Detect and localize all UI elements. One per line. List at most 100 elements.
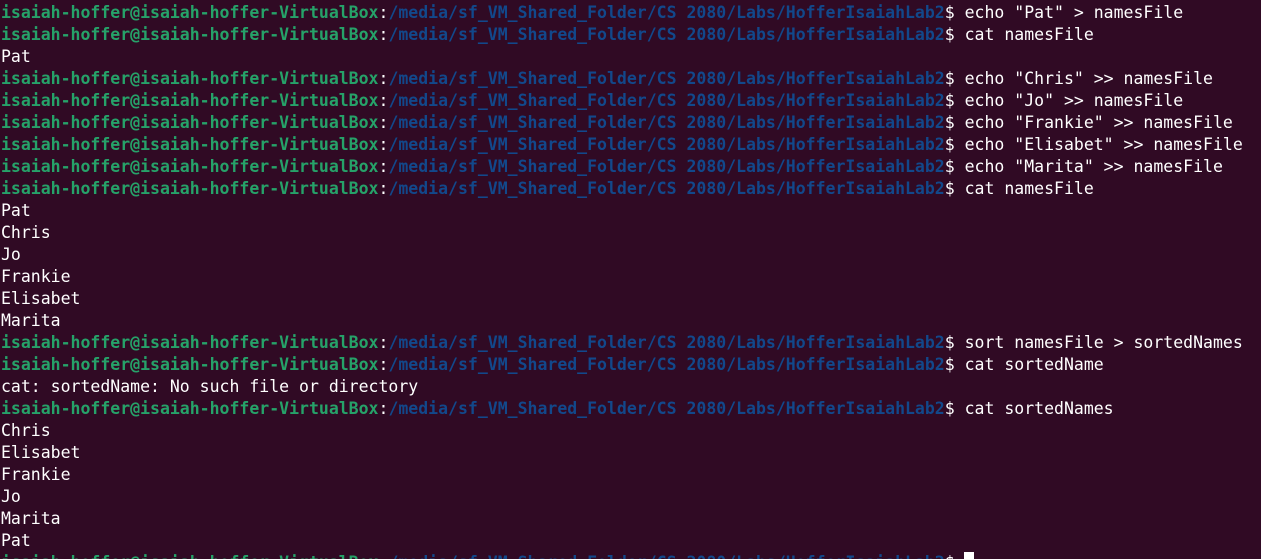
output-line: Chris bbox=[1, 222, 51, 244]
output-text: Frankie bbox=[1, 465, 71, 484]
output-text: Chris bbox=[1, 421, 51, 440]
prompt-user-host: isaiah-hoffer@isaiah-hoffer-VirtualBox bbox=[1, 333, 379, 352]
command-line: isaiah-hoffer@isaiah-hoffer-VirtualBox:/… bbox=[1, 90, 1183, 112]
prompt-separator: : bbox=[378, 91, 389, 110]
output-text: Pat bbox=[1, 201, 31, 220]
prompt-path: /media/sf_VM_Shared_Folder/CS 2080/Labs/… bbox=[388, 113, 945, 132]
prompt-user-host: isaiah-hoffer@isaiah-hoffer-VirtualBox bbox=[1, 553, 379, 559]
command-text: echo "Elisabet" >> namesFile bbox=[964, 135, 1243, 154]
prompt-separator: : bbox=[378, 355, 389, 374]
output-line: Elisabet bbox=[1, 442, 80, 464]
output-text: Pat bbox=[1, 531, 31, 550]
command-text: cat namesFile bbox=[964, 179, 1094, 198]
output-line: Frankie bbox=[1, 464, 71, 486]
output-line: Jo bbox=[1, 486, 21, 508]
prompt-symbol: $ bbox=[944, 113, 955, 132]
output-line: Pat bbox=[1, 530, 31, 552]
prompt-symbol: $ bbox=[944, 333, 955, 352]
output-text: Pat bbox=[1, 47, 31, 66]
prompt-path: /media/sf_VM_Shared_Folder/CS 2080/Labs/… bbox=[388, 135, 945, 154]
command-line: isaiah-hoffer@isaiah-hoffer-VirtualBox:/… bbox=[1, 178, 1094, 200]
active-prompt-line: isaiah-hoffer@isaiah-hoffer-VirtualBox:/… bbox=[1, 552, 974, 559]
terminal-window[interactable]: isaiah-hoffer@isaiah-hoffer-VirtualBox:/… bbox=[0, 0, 1261, 559]
command-text: cat namesFile bbox=[964, 25, 1094, 44]
prompt-separator: : bbox=[378, 25, 389, 44]
command-text: echo "Pat" > namesFile bbox=[964, 3, 1184, 22]
prompt-user-host: isaiah-hoffer@isaiah-hoffer-VirtualBox bbox=[1, 135, 379, 154]
prompt-symbol: $ bbox=[944, 69, 955, 88]
prompt-user-host: isaiah-hoffer@isaiah-hoffer-VirtualBox bbox=[1, 69, 379, 88]
prompt-symbol: $ bbox=[944, 91, 955, 110]
command-line: isaiah-hoffer@isaiah-hoffer-VirtualBox:/… bbox=[1, 68, 1213, 90]
prompt-path: /media/sf_VM_Shared_Folder/CS 2080/Labs/… bbox=[388, 25, 945, 44]
prompt-separator: : bbox=[379, 553, 389, 559]
output-text: Jo bbox=[1, 245, 21, 264]
command-text: echo "Frankie" >> namesFile bbox=[964, 113, 1233, 132]
prompt-user-host: isaiah-hoffer@isaiah-hoffer-VirtualBox bbox=[1, 355, 379, 374]
output-text: Frankie bbox=[1, 267, 71, 286]
output-line: Chris bbox=[1, 420, 51, 442]
prompt-symbol: $ bbox=[944, 135, 955, 154]
output-line: Marita bbox=[1, 310, 61, 332]
prompt-path: /media/sf_VM_Shared_Folder/CS 2080/Labs/… bbox=[388, 157, 945, 176]
command-line: isaiah-hoffer@isaiah-hoffer-VirtualBox:/… bbox=[1, 112, 1233, 134]
output-line: Pat bbox=[1, 200, 31, 222]
command-text: echo "Chris" >> namesFile bbox=[964, 69, 1213, 88]
output-line: cat: sortedName: No such file or directo… bbox=[1, 376, 418, 398]
output-text: Elisabet bbox=[1, 443, 81, 462]
command-line: isaiah-hoffer@isaiah-hoffer-VirtualBox:/… bbox=[1, 24, 1094, 46]
command-text: echo "Marita" >> namesFile bbox=[964, 157, 1223, 176]
output-line: Elisabet bbox=[1, 288, 80, 310]
prompt-user-host: isaiah-hoffer@isaiah-hoffer-VirtualBox bbox=[1, 91, 379, 110]
prompt-path: /media/sf_VM_Shared_Folder/CS 2080/Labs/… bbox=[388, 3, 945, 22]
output-line: Marita bbox=[1, 508, 61, 530]
prompt-user-host: isaiah-hoffer@isaiah-hoffer-VirtualBox bbox=[1, 179, 379, 198]
cursor-block[interactable] bbox=[963, 552, 974, 559]
prompt-user-host: isaiah-hoffer@isaiah-hoffer-VirtualBox bbox=[1, 25, 379, 44]
prompt-separator: : bbox=[378, 333, 389, 352]
prompt-separator: : bbox=[378, 69, 389, 88]
prompt-separator: : bbox=[378, 399, 389, 418]
prompt-path: /media/sf_VM_Shared_Folder/CS 2080/Labs/… bbox=[388, 399, 945, 418]
output-line: Pat bbox=[1, 46, 31, 68]
output-text: cat: sortedName: No such file or directo… bbox=[1, 377, 419, 396]
output-text: Jo bbox=[1, 487, 21, 506]
command-text: echo "Jo" >> namesFile bbox=[964, 91, 1184, 110]
output-text: Marita bbox=[1, 311, 61, 330]
command-text: cat sortedNames bbox=[964, 399, 1114, 418]
prompt-user-host: isaiah-hoffer@isaiah-hoffer-VirtualBox bbox=[1, 113, 379, 132]
command-line: isaiah-hoffer@isaiah-hoffer-VirtualBox:/… bbox=[1, 332, 1243, 354]
prompt-symbol: $ bbox=[944, 399, 955, 418]
output-text: Marita bbox=[1, 509, 61, 528]
prompt-symbol: $ bbox=[944, 179, 955, 198]
command-line: isaiah-hoffer@isaiah-hoffer-VirtualBox:/… bbox=[1, 134, 1243, 156]
prompt-path: /media/sf_VM_Shared_Folder/CS 2080/Labs/… bbox=[388, 355, 945, 374]
prompt-separator: : bbox=[378, 179, 389, 198]
prompt-path: /media/sf_VM_Shared_Folder/CS 2080/Labs/… bbox=[388, 91, 945, 110]
command-line: isaiah-hoffer@isaiah-hoffer-VirtualBox:/… bbox=[1, 354, 1104, 376]
output-text: Elisabet bbox=[1, 289, 81, 308]
command-line: isaiah-hoffer@isaiah-hoffer-VirtualBox:/… bbox=[1, 2, 1183, 24]
command-line: isaiah-hoffer@isaiah-hoffer-VirtualBox:/… bbox=[1, 156, 1223, 178]
command-line: isaiah-hoffer@isaiah-hoffer-VirtualBox:/… bbox=[1, 398, 1114, 420]
prompt-symbol: $ bbox=[945, 553, 955, 559]
prompt-symbol: $ bbox=[944, 25, 955, 44]
prompt-user-host: isaiah-hoffer@isaiah-hoffer-VirtualBox bbox=[1, 157, 379, 176]
prompt-path: /media/sf_VM_Shared_Folder/CS 2080/Labs/… bbox=[388, 179, 945, 198]
prompt-symbol: $ bbox=[944, 355, 955, 374]
prompt-symbol: $ bbox=[944, 3, 955, 22]
prompt-path: /media/sf_VM_Shared_Folder/CS 2080/Labs/… bbox=[388, 553, 944, 559]
output-text: Chris bbox=[1, 223, 51, 242]
command-text: cat sortedName bbox=[964, 355, 1104, 374]
